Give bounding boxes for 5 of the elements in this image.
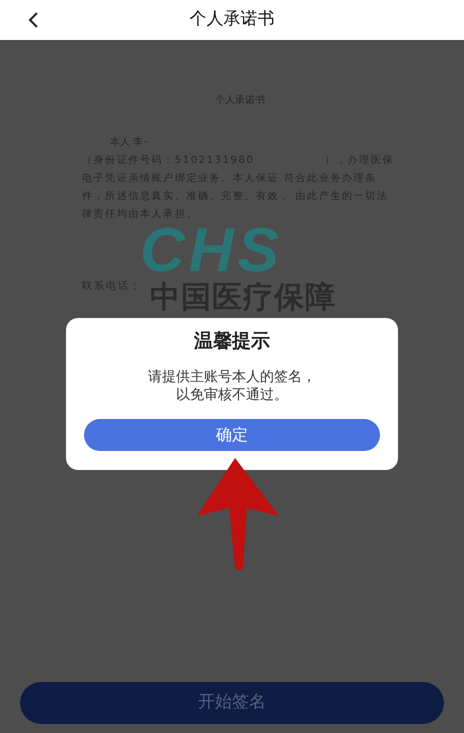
dialog-title: 温馨提示 [194, 329, 270, 354]
dialog-message: 请提供主账号本人的签名， [148, 368, 316, 386]
page-title: 个人承诺书 [190, 8, 274, 32]
confirm-button[interactable]: 确定 [84, 419, 380, 451]
dialog-message: 以免审核不通过。 [176, 386, 288, 404]
